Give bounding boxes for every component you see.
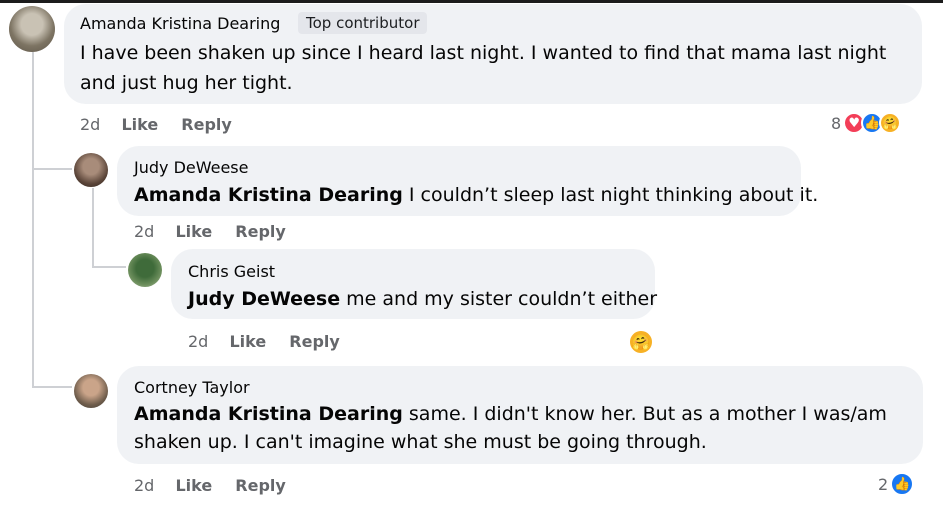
comment-text: Amanda Kristina Dearing I couldn’t sleep… [134, 180, 818, 210]
reply-button[interactable]: Reply [235, 476, 286, 495]
comment-body: same. I didn't know her. But as a mother… [408, 403, 887, 425]
reaction-summary[interactable]: 8 ♥ 👍 🤗 [831, 112, 902, 134]
top-border [0, 0, 943, 3]
comment-meta: 2d Like Reply [134, 222, 286, 241]
reply-button[interactable]: Reply [289, 332, 340, 351]
thread-branch-chris [92, 266, 126, 268]
comment-body: me and my sister couldn’t either [346, 288, 658, 310]
reaction-count: 2 [878, 474, 889, 494]
thread-line-judy [92, 188, 94, 268]
comment-time[interactable]: 2d [80, 115, 100, 134]
comment-time[interactable]: 2d [188, 332, 208, 351]
reaction-count: 8 [831, 113, 842, 133]
thread-branch-judy [32, 168, 72, 170]
comment-author[interactable]: Chris Geist [188, 262, 275, 281]
comment-text-line2: and just hug her tight. [80, 72, 293, 94]
like-button[interactable]: Like [175, 222, 212, 241]
like-button[interactable]: Like [175, 476, 212, 495]
comment-meta: 2d Like Reply [134, 476, 286, 495]
comment-time[interactable]: 2d [134, 476, 154, 495]
like-button[interactable]: Like [229, 332, 266, 351]
avatar[interactable] [74, 374, 108, 408]
comment-text-line1: I have been shaken up since I heard last… [80, 42, 887, 64]
reply-button[interactable]: Reply [181, 115, 232, 134]
care-icon: 🤗 [628, 329, 654, 355]
reply-button[interactable]: Reply [235, 222, 286, 241]
avatar[interactable] [74, 153, 108, 187]
mention-link[interactable]: Amanda Kristina Dearing [134, 403, 403, 425]
like-button[interactable]: Like [121, 115, 158, 134]
comment-text: Judy DeWeese me and my sister couldn’t e… [188, 284, 657, 314]
comment-author[interactable]: Cortney Taylor [134, 378, 250, 397]
comment-meta: 2d Like Reply [80, 115, 232, 134]
thread-line-main [32, 52, 34, 388]
top-contributor-badge: Top contributor [298, 12, 428, 34]
comment-text-line2: shaken up. I can't imagine what she must… [134, 431, 707, 453]
mention-link[interactable]: Judy DeWeese [188, 288, 340, 310]
care-icon: 🤗 [879, 112, 902, 134]
comment-meta: 2d Like Reply [188, 332, 340, 351]
like-icon: 👍 [890, 472, 915, 496]
avatar[interactable] [9, 6, 55, 52]
avatar[interactable] [128, 253, 162, 287]
comment-author[interactable]: Amanda Kristina Dearing [80, 14, 280, 33]
comment-text-line1: Amanda Kristina Dearing same. I didn't k… [134, 399, 887, 429]
comment-body: I couldn’t sleep last night thinking abo… [408, 184, 819, 206]
comment-time[interactable]: 2d [134, 222, 154, 241]
reaction-summary[interactable]: 2 👍 [878, 472, 915, 496]
comment-author[interactable]: Judy DeWeese [134, 158, 248, 177]
thread-branch-cortney [32, 386, 72, 388]
reaction-summary[interactable]: 🤗 [628, 329, 654, 355]
mention-link[interactable]: Amanda Kristina Dearing [134, 184, 403, 206]
